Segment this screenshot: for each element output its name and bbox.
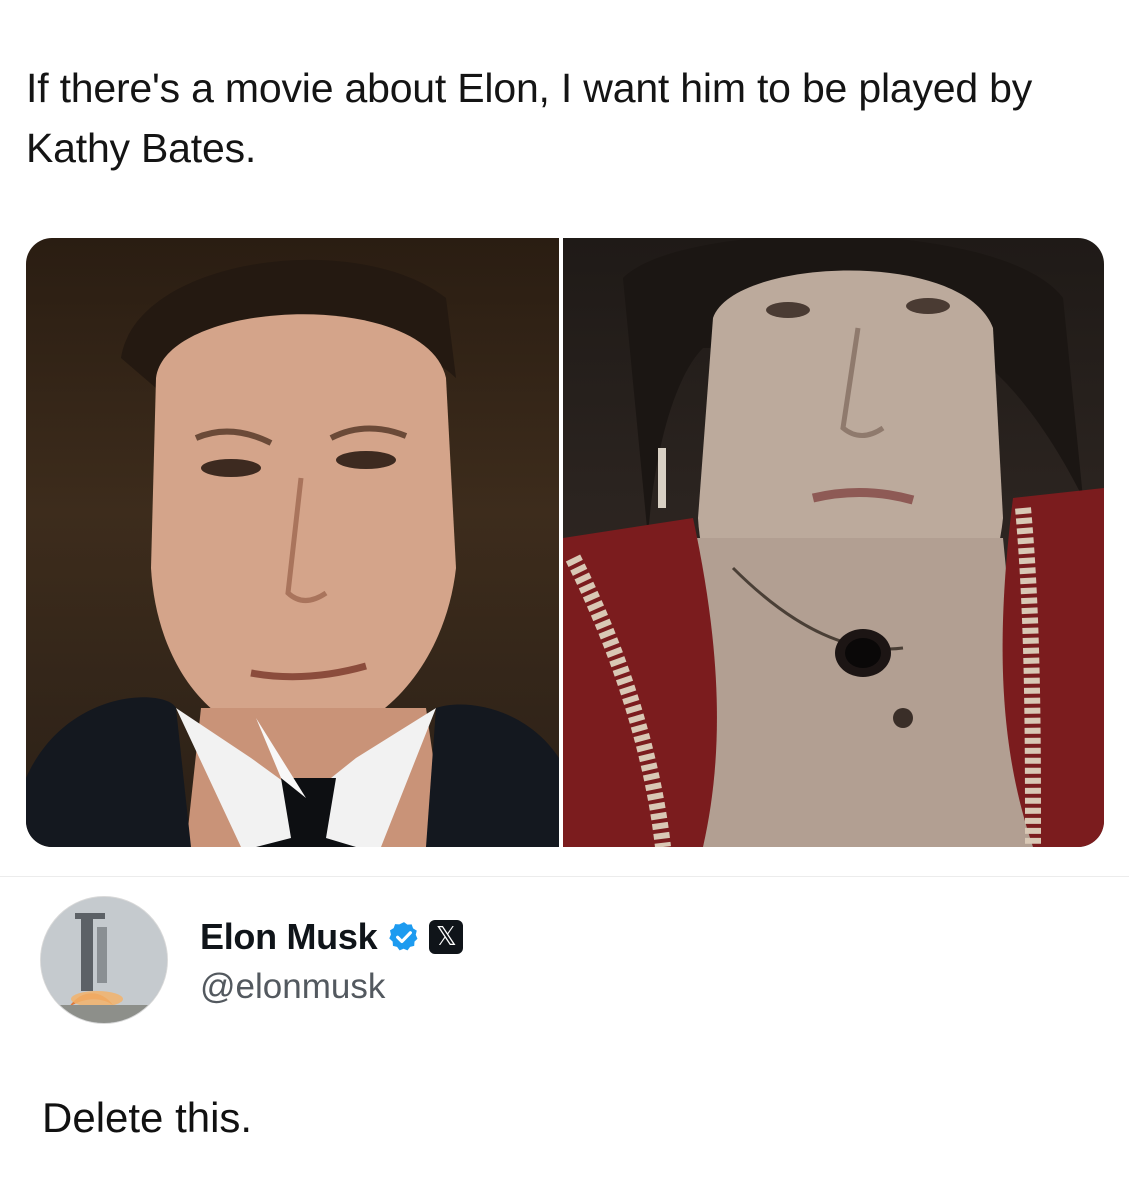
verified-badge-icon: [389, 922, 418, 951]
kathy-bates-photo[interactable]: [563, 238, 1104, 847]
reply-text: Delete this.: [42, 1094, 253, 1141]
elon-musk-photo[interactable]: [26, 238, 559, 847]
reply-author[interactable]: Elon Musk 𝕏 @elonmusk: [40, 896, 464, 1024]
x-logo-icon: 𝕏: [429, 920, 464, 954]
post-media[interactable]: [26, 238, 1104, 847]
rocket-launch-avatar-icon: [41, 897, 167, 1023]
divider: [0, 876, 1129, 877]
kathy-bates-portrait-icon: [563, 238, 1104, 847]
post-text: If there's a movie about Elon, I want hi…: [26, 65, 1033, 171]
author-handle[interactable]: @elonmusk: [200, 967, 463, 1007]
author-avatar[interactable]: [40, 896, 168, 1024]
author-name[interactable]: Elon Musk: [200, 916, 378, 958]
elon-musk-portrait-icon: [26, 259, 559, 847]
